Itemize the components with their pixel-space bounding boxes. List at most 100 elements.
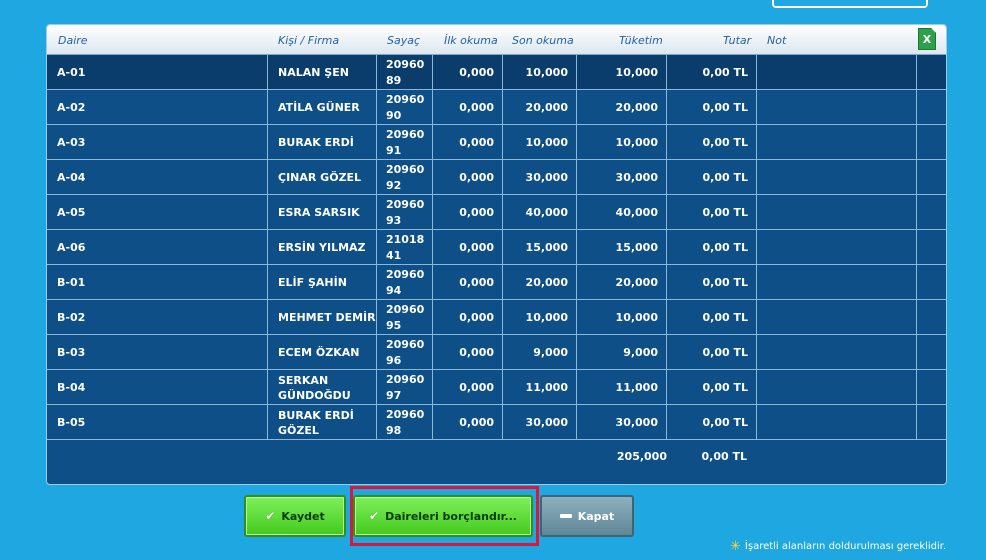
table-row[interactable]: B-03 ECEM ÖZKAN 2096096 0,000 9,000 9,000 0,00… bbox=[47, 335, 946, 370]
table-row[interactable]: A-06 ERSİN YILMAZ 2101841 0,000 15,000 15,000… bbox=[47, 230, 946, 265]
column-header-ilk-okuma[interactable]: İlk okuma bbox=[444, 25, 498, 55]
cell-kisi[interactable]: SERKAN GÜNDOĞDU bbox=[267, 370, 376, 405]
cell-not[interactable] bbox=[756, 265, 916, 300]
cell-tutar[interactable]: 0,00 TL bbox=[666, 265, 756, 300]
cell-sayac[interactable]: 2096093 bbox=[376, 195, 432, 230]
cell-kisi[interactable]: ÇINAR GÖZEL bbox=[267, 160, 376, 195]
cell-sayac[interactable]: 2096098 bbox=[376, 405, 432, 440]
cell-kisi[interactable]: BURAK ERDİ bbox=[267, 125, 376, 160]
cell-kisi[interactable]: ATİLA GÜNER bbox=[267, 90, 376, 125]
column-header-not[interactable]: Not bbox=[767, 25, 786, 55]
save-button[interactable]: ✔ Kaydet bbox=[244, 495, 346, 537]
cell-son[interactable]: 30,000 bbox=[502, 160, 576, 195]
cell-daire[interactable]: A-05 bbox=[47, 195, 267, 230]
cell-ilk[interactable]: 0,000 bbox=[432, 370, 502, 405]
column-header-tutar[interactable]: Tutar bbox=[723, 25, 751, 55]
cell-not[interactable] bbox=[756, 125, 916, 160]
table-row[interactable]: B-01 ELİF ŞAHİN 2096094 0,000 20,000 20,000 0,… bbox=[47, 265, 946, 300]
cell-kisi[interactable]: NALAN ŞEN bbox=[267, 55, 376, 90]
cell-sayac[interactable]: 2096090 bbox=[376, 90, 432, 125]
table-row[interactable]: B-02 MEHMET DEMİR 2096095 0,000 10,000 10,000… bbox=[47, 300, 946, 335]
cell-son[interactable]: 10,000 bbox=[502, 55, 576, 90]
cell-ilk[interactable]: 0,000 bbox=[432, 90, 502, 125]
cell-son[interactable]: 10,000 bbox=[502, 300, 576, 335]
table-row[interactable]: A-04 ÇINAR GÖZEL 2096092 0,000 30,000 30,000 0… bbox=[47, 160, 946, 195]
cell-son[interactable]: 9,000 bbox=[502, 335, 576, 370]
cell-tuketim[interactable]: 15,000 bbox=[576, 230, 666, 265]
table-row[interactable]: B-05 BURAK ERDİ GÖZEL 2096098 0,000 30,000 30… bbox=[47, 405, 946, 440]
column-header-daire[interactable]: Daire bbox=[58, 25, 88, 55]
cell-daire[interactable]: A-01 bbox=[47, 55, 267, 90]
column-header-tuketim[interactable]: Tüketim bbox=[619, 25, 663, 55]
cell-tutar[interactable]: 0,00 TL bbox=[666, 90, 756, 125]
cell-tuketim[interactable]: 20,000 bbox=[576, 90, 666, 125]
cell-sayac[interactable]: 2101841 bbox=[376, 230, 432, 265]
cell-ilk[interactable]: 0,000 bbox=[432, 265, 502, 300]
cell-daire[interactable]: A-03 bbox=[47, 125, 267, 160]
cell-son[interactable]: 15,000 bbox=[502, 230, 576, 265]
cell-ilk[interactable]: 0,000 bbox=[432, 405, 502, 440]
cell-ilk[interactable]: 0,000 bbox=[432, 300, 502, 335]
cell-sayac[interactable]: 2096092 bbox=[376, 160, 432, 195]
cell-ilk[interactable]: 0,000 bbox=[432, 55, 502, 90]
cell-daire[interactable]: B-04 bbox=[47, 370, 267, 405]
cell-sayac[interactable]: 2096095 bbox=[376, 300, 432, 335]
cell-daire[interactable]: A-06 bbox=[47, 230, 267, 265]
cell-sayac[interactable]: 2096096 bbox=[376, 335, 432, 370]
cell-tuketim[interactable]: 10,000 bbox=[576, 55, 666, 90]
cell-kisi[interactable]: ELİF ŞAHİN bbox=[267, 265, 376, 300]
cell-tutar[interactable]: 0,00 TL bbox=[666, 55, 756, 90]
cell-tutar[interactable]: 0,00 TL bbox=[666, 405, 756, 440]
cell-tutar[interactable]: 0,00 TL bbox=[666, 300, 756, 335]
cell-not[interactable] bbox=[756, 55, 916, 90]
cell-not[interactable] bbox=[756, 230, 916, 265]
cell-daire[interactable]: B-05 bbox=[47, 405, 267, 440]
cell-tuketim[interactable]: 9,000 bbox=[576, 335, 666, 370]
cell-daire[interactable]: A-02 bbox=[47, 90, 267, 125]
cell-sayac[interactable]: 2096091 bbox=[376, 125, 432, 160]
cell-not[interactable] bbox=[756, 370, 916, 405]
cell-daire[interactable]: A-04 bbox=[47, 160, 267, 195]
cell-tuketim[interactable]: 30,000 bbox=[576, 160, 666, 195]
cell-not[interactable] bbox=[756, 90, 916, 125]
cell-son[interactable]: 11,000 bbox=[502, 370, 576, 405]
cell-kisi[interactable]: ECEM ÖZKAN bbox=[267, 335, 376, 370]
cell-tutar[interactable]: 0,00 TL bbox=[666, 230, 756, 265]
table-row[interactable]: A-03 BURAK ERDİ 2096091 0,000 10,000 10,000 0,… bbox=[47, 125, 946, 160]
cell-son[interactable]: 40,000 bbox=[502, 195, 576, 230]
cell-daire[interactable]: B-02 bbox=[47, 300, 267, 335]
column-header-son-okuma[interactable]: Son okuma bbox=[512, 25, 574, 55]
cell-tutar[interactable]: 0,00 TL bbox=[666, 160, 756, 195]
cell-tutar[interactable]: 0,00 TL bbox=[666, 125, 756, 160]
cell-son[interactable]: 20,000 bbox=[502, 90, 576, 125]
cell-tuketim[interactable]: 40,000 bbox=[576, 195, 666, 230]
cell-tutar[interactable]: 0,00 TL bbox=[666, 370, 756, 405]
cell-not[interactable] bbox=[756, 300, 916, 335]
cell-sayac[interactable]: 2096089 bbox=[376, 55, 432, 90]
cell-kisi[interactable]: MEHMET DEMİR bbox=[267, 300, 376, 335]
cell-not[interactable] bbox=[756, 335, 916, 370]
cell-tutar[interactable]: 0,00 TL bbox=[666, 195, 756, 230]
cell-not[interactable] bbox=[756, 160, 916, 195]
cell-ilk[interactable]: 0,000 bbox=[432, 335, 502, 370]
cell-daire[interactable]: B-01 bbox=[47, 265, 267, 300]
charge-apartments-button[interactable]: ✔ Daireleri borçlandır... bbox=[353, 495, 533, 537]
cell-tuketim[interactable]: 10,000 bbox=[576, 300, 666, 335]
table-row[interactable]: A-05 ESRA SARSIK 2096093 0,000 40,000 40,000 0… bbox=[47, 195, 946, 230]
cell-daire[interactable]: B-03 bbox=[47, 335, 267, 370]
cell-not[interactable] bbox=[756, 405, 916, 440]
cell-tutar[interactable]: 0,00 TL bbox=[666, 335, 756, 370]
excel-export-icon[interactable]: X bbox=[918, 28, 936, 50]
column-header-kisi-firma[interactable]: Kişi / Firma bbox=[278, 25, 339, 55]
close-button[interactable]: Kapat bbox=[540, 495, 634, 537]
cell-kisi[interactable]: BURAK ERDİ GÖZEL bbox=[267, 405, 376, 440]
column-header-sayac[interactable]: Sayaç bbox=[387, 25, 420, 55]
cell-sayac[interactable]: 2096094 bbox=[376, 265, 432, 300]
cell-tuketim[interactable]: 11,000 bbox=[576, 370, 666, 405]
cell-sayac[interactable]: 2096097 bbox=[376, 370, 432, 405]
cell-tuketim[interactable]: 20,000 bbox=[576, 265, 666, 300]
cell-son[interactable]: 30,000 bbox=[502, 405, 576, 440]
cell-ilk[interactable]: 0,000 bbox=[432, 230, 502, 265]
cell-son[interactable]: 20,000 bbox=[502, 265, 576, 300]
cell-tuketim[interactable]: 10,000 bbox=[576, 125, 666, 160]
